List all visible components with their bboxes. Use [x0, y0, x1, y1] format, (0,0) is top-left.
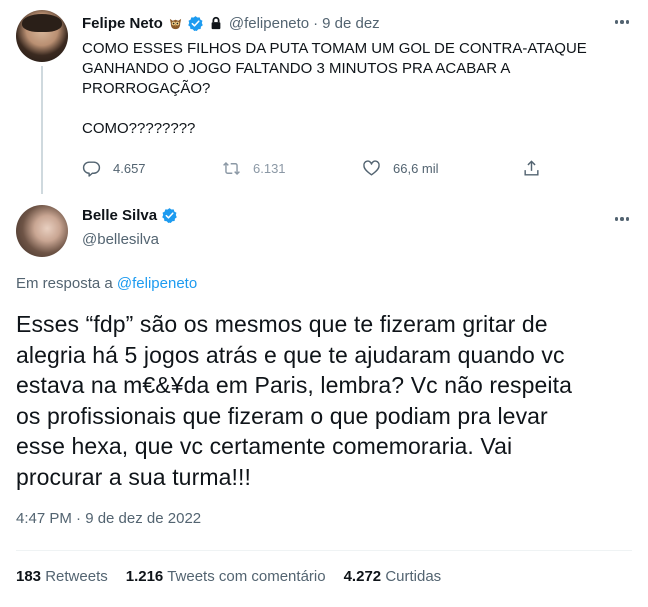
divider [16, 550, 632, 551]
tweet-text-line: COMO ESSES FILHOS DA PUTA TOMAM UM GOL D… [82, 40, 587, 57]
owl-icon [168, 16, 183, 31]
tweet-timestamp[interactable]: 4:47 PM · 9 de dez de 2022 [16, 510, 201, 527]
tweet-text-line: estava na m€&¥da em Paris, lembra? Vc nã… [16, 372, 573, 398]
lock-icon [209, 16, 223, 30]
tweet-text-line: esse hexa, que vc certamente comemoraria… [16, 433, 513, 459]
tweet-text-line: PRORROGAÇÃO? [82, 80, 211, 97]
tweet-header: Felipe Neto @felipeneto · 9 de dez [82, 12, 380, 34]
reply-count: 4.657 [113, 160, 146, 176]
retweets-stat[interactable]: 183 Retweets [16, 568, 108, 585]
tweet-text-line: GANHANDO O JOGO FALTANDO 3 MINUTOS PRA A… [82, 60, 511, 77]
avatar[interactable] [16, 205, 68, 257]
tweet-text-line: alegria há 5 jogos atrás e que te ajudar… [16, 341, 565, 368]
like-button[interactable]: 66,6 mil [362, 156, 439, 180]
share-button[interactable] [522, 156, 541, 180]
thread-line [41, 66, 43, 194]
tweet-text-line: procurar a sua turma!!! [16, 463, 251, 490]
reply-button[interactable]: 4.657 [82, 156, 146, 180]
author-handle[interactable]: @bellesilva [82, 231, 159, 248]
more-icon[interactable] [612, 209, 632, 229]
tweet-text-line: os profissionais que fizeram o que podia… [16, 402, 548, 429]
likes-stat[interactable]: 4.272 Curtidas [344, 568, 442, 585]
retweet-icon [223, 161, 240, 175]
verified-icon [187, 15, 204, 32]
author-name-row: Belle Silva [82, 207, 178, 224]
reply-prefix: Em resposta a [16, 275, 113, 292]
like-icon [363, 159, 380, 176]
parent-tweet[interactable]: Felipe Neto @felipeneto · 9 de dez COMO … [0, 0, 648, 195]
more-icon[interactable] [612, 12, 632, 32]
tweet-date[interactable]: 9 de dez [322, 15, 380, 32]
reply-handle-link[interactable]: @felipeneto [117, 275, 197, 292]
quote-tweets-stat[interactable]: 1.216 Tweets com comentário [126, 568, 326, 585]
verified-icon [161, 207, 178, 224]
separator-dot: · [313, 14, 319, 32]
reply-context: Em resposta a @felipeneto [16, 275, 197, 292]
reply-tweet-text: Esses “fdp” são os mesmos que te fizeram… [16, 309, 636, 492]
reply-icon [82, 160, 101, 177]
tweet-text-line: Esses “fdp” são os mesmos que te fizeram… [16, 311, 548, 337]
like-count: 66,6 mil [393, 160, 439, 176]
reply-tweet-header: Belle Silva @bellesilva [0, 195, 648, 265]
author-name[interactable]: Felipe Neto [82, 15, 163, 32]
tweet-text: COMO ESSES FILHOS DA PUTA TOMAM UM GOL D… [82, 39, 622, 139]
tweet-text-line: COMO???????? [82, 120, 196, 137]
share-icon [524, 159, 539, 176]
author-handle[interactable]: @felipeneto [229, 15, 309, 32]
engagement-stats: 183 Retweets 1.216 Tweets com comentário… [16, 568, 459, 585]
retweet-button[interactable]: 6.131 [222, 156, 286, 180]
retweet-count: 6.131 [253, 160, 286, 176]
avatar[interactable] [16, 10, 68, 62]
tweet-actions: 4.657 6.131 66,6 mil [82, 156, 552, 180]
author-name[interactable]: Belle Silva [82, 207, 157, 224]
